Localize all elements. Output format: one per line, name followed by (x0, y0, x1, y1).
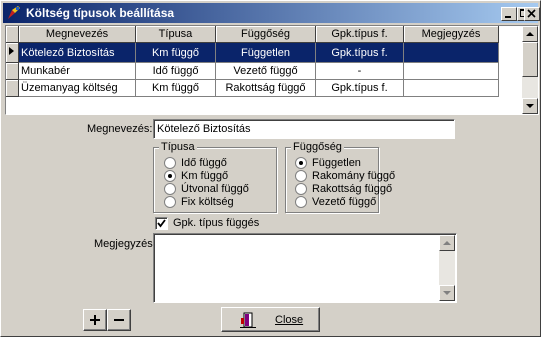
arrow-down-icon (443, 291, 451, 295)
cell-name[interactable]: Üzemanyag költség (18, 79, 136, 97)
name-input[interactable] (153, 119, 455, 139)
cell-name[interactable]: Kötelező Biztosítás (18, 42, 136, 63)
radio-label: Független (312, 157, 361, 169)
radio-circle (164, 196, 176, 208)
table-row[interactable]: Üzemanyag költség Km függő Rakottság füg… (6, 79, 499, 97)
remove-button[interactable] (107, 309, 131, 331)
table-row[interactable]: Kötelező Biztosítás Km függő Független G… (6, 42, 499, 63)
radio-label: Rakomány függő (312, 170, 396, 182)
radio-circle (295, 157, 307, 169)
gpk-checkbox-label: Gpk. típus függés (173, 217, 260, 229)
grid-header-row: Megnevezés Típusa Függőség Gpk.típus f. … (6, 26, 499, 43)
minimize-button[interactable] (501, 7, 517, 21)
column-header-dependency[interactable]: Függőség (215, 26, 316, 43)
type-group-caption: Típusa (159, 141, 197, 153)
cell-name[interactable]: Munkabér (18, 62, 136, 80)
radio-circle (295, 170, 307, 182)
title-bar[interactable]: Költség típusok beállítása (3, 3, 538, 23)
cell-type[interactable]: Idő függő (135, 62, 216, 80)
note-label: Megjegyzés: (94, 238, 156, 250)
row-indicator (6, 42, 19, 63)
table-row[interactable]: Munkabér Idő függő Vezető függő - (6, 62, 499, 80)
scroll-up-button[interactable] (439, 235, 455, 251)
close-icon (527, 9, 536, 18)
current-row-arrow-icon (9, 47, 14, 55)
cell-gpk[interactable]: - (315, 62, 404, 80)
radio-circle (295, 196, 307, 208)
grid-vertical-scrollbar[interactable] (522, 26, 538, 114)
radio-circle (295, 183, 307, 195)
column-header-type[interactable]: Típusa (135, 26, 216, 43)
minimize-icon (505, 16, 511, 18)
radio-label: Útvonal függő (181, 183, 249, 195)
radio-label: Idő függő (181, 157, 227, 169)
arrow-up-icon (526, 32, 534, 36)
row-indicator (6, 62, 19, 80)
plus-icon (90, 315, 100, 325)
minus-icon (114, 319, 124, 321)
gpk-checkbox[interactable] (155, 217, 168, 230)
close-window-button[interactable] (524, 7, 540, 21)
radio-label: Fix költség (181, 196, 234, 208)
radio-label: Km függő (181, 170, 229, 182)
cell-note[interactable] (403, 42, 499, 63)
cell-note[interactable] (403, 62, 499, 80)
checkmark-icon (157, 219, 166, 228)
arrow-down-icon (526, 104, 534, 108)
cell-dependency[interactable]: Független (215, 42, 316, 63)
scroll-down-button[interactable] (439, 285, 455, 301)
cell-gpk[interactable]: Gpk.típus f. (315, 42, 404, 63)
app-icon (8, 6, 20, 19)
scroll-down-button[interactable] (522, 98, 538, 114)
close-button[interactable]: Close (221, 307, 320, 332)
radio-label: Rakottság függő (312, 183, 393, 195)
cell-note[interactable] (403, 79, 499, 97)
cell-type[interactable]: Km függő (135, 79, 216, 97)
name-label: Megnevezés: (87, 123, 153, 135)
scroll-thumb[interactable] (522, 42, 538, 77)
door-exit-icon (240, 312, 256, 328)
cost-types-grid[interactable]: Megnevezés Típusa Függőség Gpk.típus f. … (5, 25, 539, 115)
window-title: Költség típusok beállítása (26, 6, 175, 20)
note-vertical-scrollbar[interactable] (439, 235, 455, 301)
cell-gpk[interactable]: Gpk.típus f. (315, 79, 404, 97)
cell-dependency[interactable]: Rakottság függő (215, 79, 316, 97)
row-indicator (6, 79, 19, 97)
radio-circle (164, 157, 176, 169)
main-window: Költség típusok beállítása Megnevezés Tí… (0, 0, 541, 337)
column-header-name[interactable]: Megnevezés (18, 26, 136, 43)
grid-corner (6, 26, 19, 43)
scroll-up-button[interactable] (522, 26, 538, 42)
note-textarea[interactable] (153, 233, 457, 303)
cell-dependency[interactable]: Vezető függő (215, 62, 316, 80)
close-button-label: Close (275, 314, 304, 326)
add-button[interactable] (83, 309, 107, 331)
dependency-group-caption: Függőség (291, 141, 344, 153)
arrow-up-icon (443, 241, 451, 245)
radio-circle (164, 183, 176, 195)
radio-label: Vezető függő (312, 196, 377, 208)
cell-type[interactable]: Km függő (135, 42, 216, 63)
column-header-note[interactable]: Megjegyzés (403, 26, 499, 43)
radio-circle (164, 170, 176, 182)
column-header-gpk[interactable]: Gpk.típus f. (315, 26, 404, 43)
